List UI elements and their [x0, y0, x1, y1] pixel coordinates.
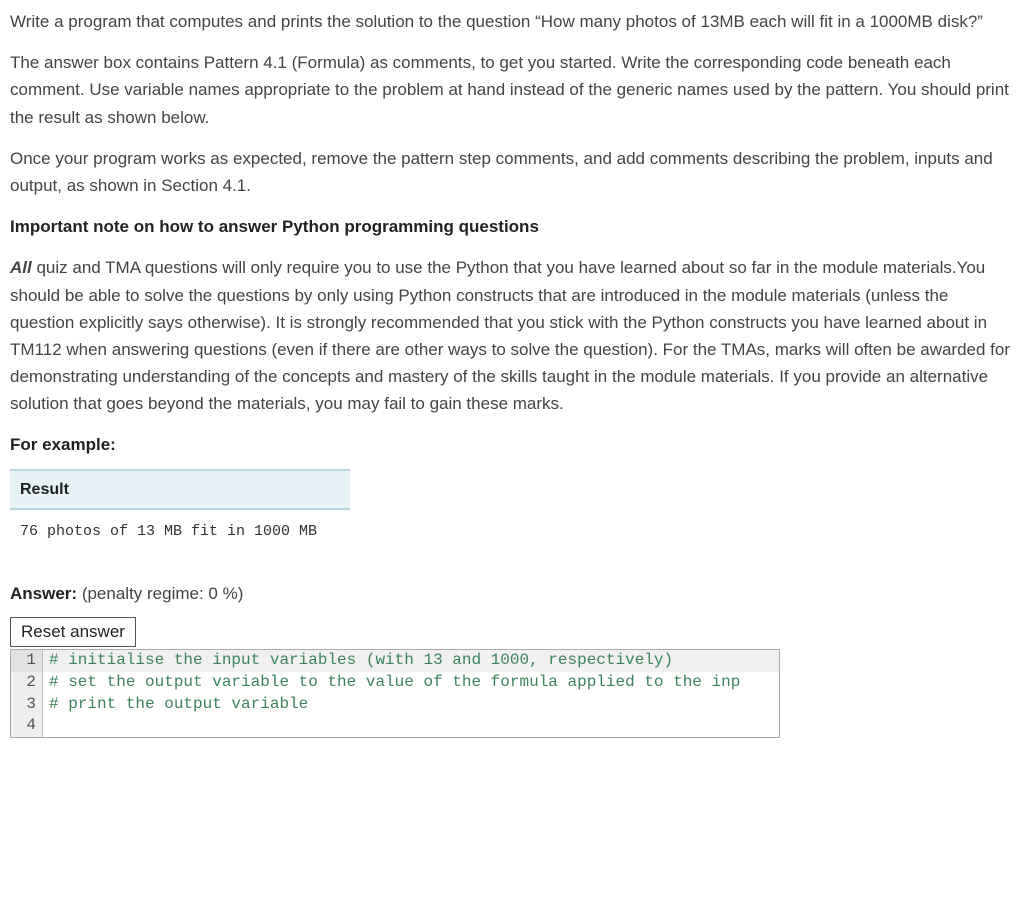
- paragraph-instructions-2: Once your program works as expected, rem…: [10, 145, 1014, 199]
- code-line[interactable]: # initialise the input variables (with 1…: [43, 650, 779, 672]
- result-table: Result 76 photos of 13 MB fit in 1000 MB: [10, 469, 350, 551]
- note-emphasis: All: [10, 258, 32, 277]
- answer-line: Answer: (penalty regime: 0 %): [10, 580, 1014, 607]
- penalty-text: (penalty regime: 0 %): [82, 584, 244, 603]
- result-header: Result: [10, 470, 350, 510]
- for-example-label: For example:: [10, 431, 1014, 458]
- reset-answer-button[interactable]: Reset answer: [10, 617, 136, 647]
- line-number: 1: [11, 650, 43, 672]
- line-number: 4: [11, 715, 43, 737]
- paragraph-note-body: All quiz and TMA questions will only req…: [10, 254, 1014, 417]
- code-line[interactable]: # print the output variable: [43, 694, 779, 716]
- code-row[interactable]: 2 # set the output variable to the value…: [11, 672, 779, 694]
- answer-label: Answer:: [10, 584, 77, 603]
- code-line[interactable]: # set the output variable to the value o…: [43, 672, 779, 694]
- result-output: 76 photos of 13 MB fit in 1000 MB: [10, 509, 350, 550]
- line-number: 3: [11, 694, 43, 716]
- line-number: 2: [11, 672, 43, 694]
- paragraph-intro: Write a program that computes and prints…: [10, 8, 1014, 35]
- code-row[interactable]: 3 # print the output variable: [11, 694, 779, 716]
- code-line[interactable]: [43, 715, 779, 737]
- note-rest: quiz and TMA questions will only require…: [10, 258, 1010, 413]
- code-editor[interactable]: 1 # initialise the input variables (with…: [10, 649, 780, 737]
- code-row[interactable]: 1 # initialise the input variables (with…: [11, 650, 779, 672]
- paragraph-instructions-1: The answer box contains Pattern 4.1 (For…: [10, 49, 1014, 131]
- code-row[interactable]: 4: [11, 715, 779, 737]
- note-heading: Important note on how to answer Python p…: [10, 213, 1014, 240]
